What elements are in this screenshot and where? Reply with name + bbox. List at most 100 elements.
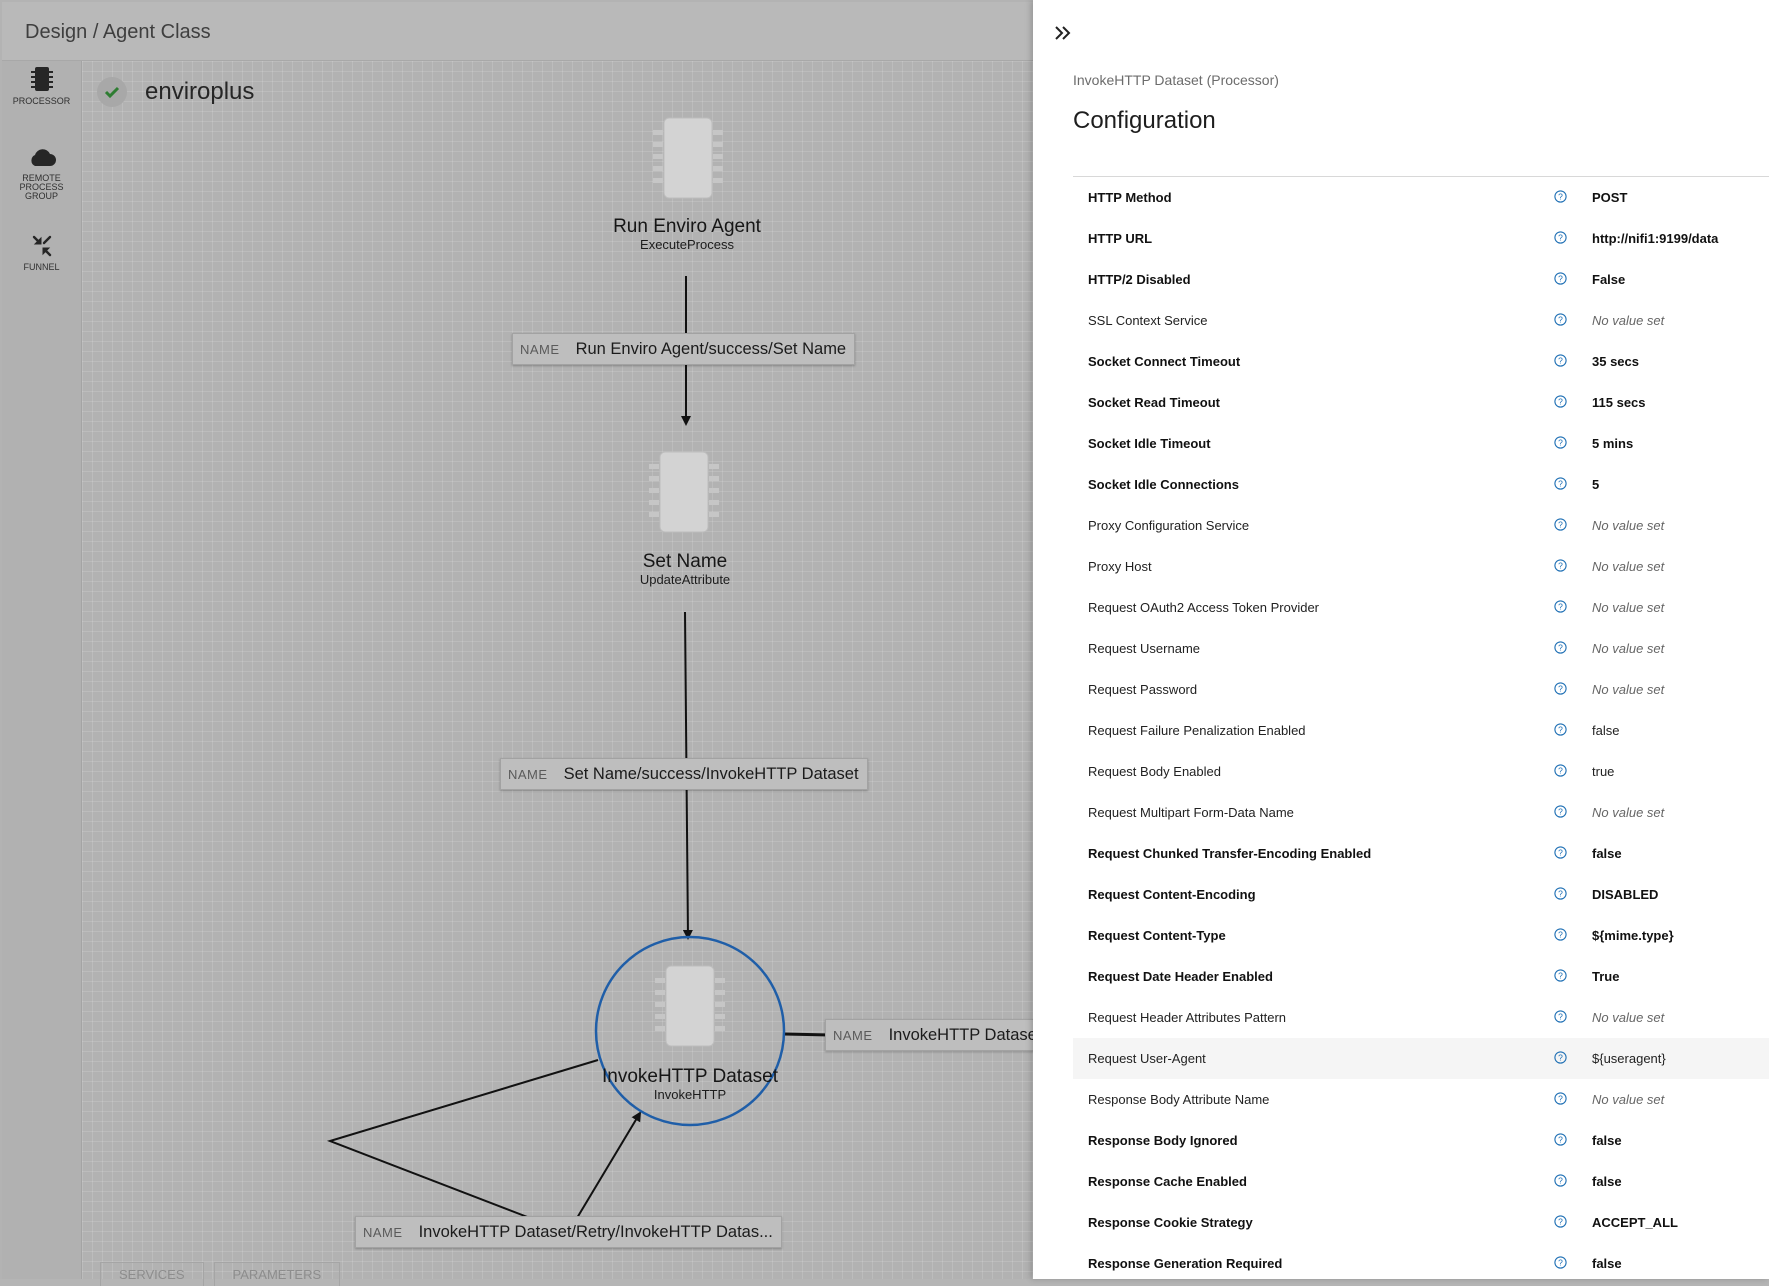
property-value[interactable]: 5 mins [1592,436,1633,451]
help-icon[interactable]: ? [1554,436,1567,449]
help-icon[interactable]: ? [1554,723,1567,736]
help-icon[interactable]: ? [1554,395,1567,408]
processor-node-icon[interactable] [650,116,726,200]
property-value[interactable]: No value set [1592,313,1664,328]
property-value[interactable]: ${useragent} [1592,1051,1666,1066]
property-value[interactable]: 115 secs [1592,395,1646,410]
property-value[interactable]: http://nifi1:9199/data [1592,231,1718,246]
help-icon[interactable]: ? [1554,846,1567,859]
property-row[interactable]: Request Chunked Transfer-Encoding Enable… [1073,833,1769,874]
property-value[interactable]: No value set [1592,805,1664,820]
property-value[interactable]: DISABLED [1592,887,1658,902]
svg-text:?: ? [1558,725,1563,735]
property-row[interactable]: Request Date Header Enabled? True [1073,956,1769,997]
help-icon[interactable]: ? [1554,518,1567,531]
property-value[interactable]: false [1592,723,1619,738]
help-icon[interactable]: ? [1554,682,1567,695]
processor-node-icon[interactable] [652,964,728,1048]
property-value[interactable]: No value set [1592,600,1664,615]
property-value[interactable]: false [1592,846,1622,861]
help-icon[interactable]: ? [1554,559,1567,572]
connection-label[interactable]: NAME InvokeHTTP Dataset/Retry/InvokeHTTP… [355,1216,782,1248]
help-icon[interactable]: ? [1554,969,1567,982]
help-icon[interactable]: ? [1554,1010,1567,1023]
help-icon[interactable]: ? [1554,1256,1567,1269]
tab-parameters[interactable]: PARAMETERS [213,1262,341,1286]
property-row[interactable]: Request Username? No value set [1073,628,1769,669]
processor-name[interactable]: Run Enviro Agent [567,216,807,238]
property-value[interactable]: No value set [1592,1010,1664,1025]
property-value[interactable]: POST [1592,190,1627,205]
help-icon[interactable]: ? [1554,190,1567,203]
property-value[interactable]: false [1592,1133,1622,1148]
property-value[interactable]: ${mime.type} [1592,928,1674,943]
property-row[interactable]: Socket Read Timeout? 115 secs [1073,382,1769,423]
help-icon[interactable]: ? [1554,641,1567,654]
property-value[interactable]: 5 [1592,477,1599,492]
property-value[interactable]: No value set [1592,559,1664,574]
help-icon[interactable]: ? [1554,272,1567,285]
property-value[interactable]: false [1592,1174,1622,1189]
help-icon[interactable]: ? [1554,600,1567,613]
connection-label[interactable]: NAME Run Enviro Agent/success/Set Name [512,333,856,365]
property-value[interactable]: No value set [1592,682,1664,697]
property-value[interactable]: No value set [1592,641,1664,656]
connection-line-retry[interactable] [326,1059,599,1219]
help-icon[interactable]: ? [1554,354,1567,367]
property-row[interactable]: Request Multipart Form-Data Name? No valu… [1073,792,1769,833]
property-row[interactable]: SSL Context Service? No value set [1073,300,1769,341]
help-icon[interactable]: ? [1554,1092,1567,1105]
property-value[interactable]: false [1592,1256,1622,1271]
property-row[interactable]: Proxy Host? No value set [1073,546,1769,587]
property-row[interactable]: Request Body Enabled? true [1073,751,1769,792]
property-row[interactable]: Response Generation Required? false [1073,1243,1769,1279]
property-value[interactable]: No value set [1592,518,1664,533]
property-row[interactable]: Socket Idle Connections? 5 [1073,464,1769,505]
property-value[interactable]: False [1592,272,1625,287]
property-value[interactable]: No value set [1592,1092,1664,1107]
processor-node-icon[interactable] [646,450,722,534]
svg-text:?: ? [1558,397,1563,407]
property-row[interactable]: Request OAuth2 Access Token Provider? No … [1073,587,1769,628]
property-value[interactable]: True [1592,969,1619,984]
property-row[interactable]: Response Cookie Strategy? ACCEPT_ALL [1073,1202,1769,1243]
connection-label[interactable]: NAME Set Name/success/InvokeHTTP Dataset [500,758,868,790]
connection-line-retry-end[interactable] [576,1111,642,1219]
property-row[interactable]: Response Body Ignored? false [1073,1120,1769,1161]
connection-line-out[interactable] [783,1032,831,1037]
property-row[interactable]: Socket Idle Timeout? 5 mins [1073,423,1769,464]
collapse-panel-button[interactable] [1051,20,1077,46]
property-row[interactable]: Request User-Agent? ${useragent} [1073,1038,1769,1079]
property-row[interactable]: Socket Connect Timeout? 35 secs [1073,341,1769,382]
property-row[interactable]: Proxy Configuration Service? No value set [1073,505,1769,546]
property-value[interactable]: 35 secs [1592,354,1639,369]
property-row[interactable]: Request Password? No value set [1073,669,1769,710]
property-value[interactable]: ACCEPT_ALL [1592,1215,1678,1230]
help-icon[interactable]: ? [1554,805,1567,818]
property-row[interactable]: Request Content-Type? ${mime.type} [1073,915,1769,956]
processor-name[interactable]: Set Name [565,551,805,573]
help-icon[interactable]: ? [1554,887,1567,900]
property-value[interactable]: true [1592,764,1614,779]
property-row[interactable]: Request Failure Penalization Enabled? fal… [1073,710,1769,751]
help-icon[interactable]: ? [1554,1174,1567,1187]
property-row[interactable]: HTTP Method? POST [1073,177,1769,218]
property-row[interactable]: Request Content-Encoding? DISABLED [1073,874,1769,915]
help-icon[interactable]: ? [1554,1215,1567,1228]
connection-label[interactable]: NAME InvokeHTTP Datase [825,1019,1037,1051]
property-row[interactable]: Request Header Attributes Pattern? No val… [1073,997,1769,1038]
tab-services[interactable]: SERVICES [100,1262,204,1286]
property-row[interactable]: HTTP URL? http://nifi1:9199/data [1073,218,1769,259]
help-icon[interactable]: ? [1554,764,1567,777]
processor-name[interactable]: InvokeHTTP Dataset [570,1066,810,1088]
property-row[interactable]: Response Cache Enabled? false [1073,1161,1769,1202]
help-icon[interactable]: ? [1554,313,1567,326]
help-icon[interactable]: ? [1554,1133,1567,1146]
help-icon[interactable]: ? [1554,477,1567,490]
help-icon[interactable]: ? [1554,1051,1567,1064]
property-row[interactable]: Response Body Attribute Name? No value se… [1073,1079,1769,1120]
property-name: Request Content-Encoding [1088,887,1256,902]
help-icon[interactable]: ? [1554,231,1567,244]
help-icon[interactable]: ? [1554,928,1567,941]
property-row[interactable]: HTTP/2 Disabled? False [1073,259,1769,300]
